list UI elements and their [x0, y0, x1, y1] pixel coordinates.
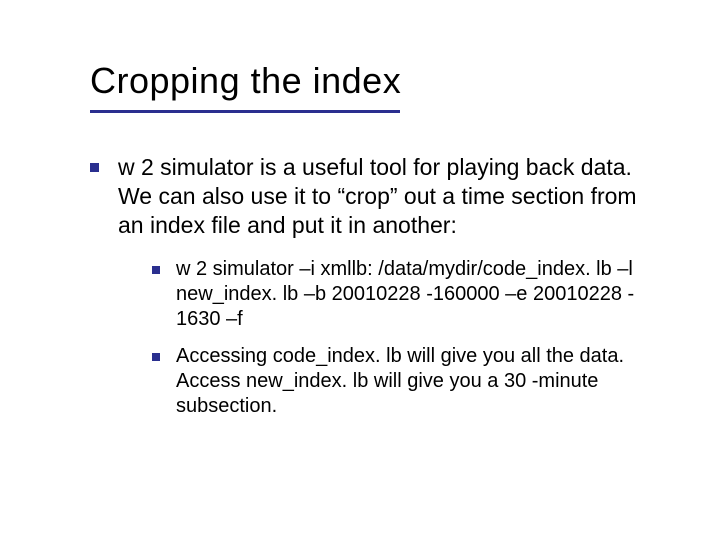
bullet-text: w 2 simulator –i xmllb: /data/mydir/code… — [176, 258, 634, 330]
bullet-list-level2: w 2 simulator –i xmllb: /data/mydir/code… — [152, 257, 660, 419]
bullet-text: Accessing code_index. lb will give you a… — [176, 345, 624, 417]
slide-title: Cropping the index — [90, 60, 660, 102]
bullet-text: w 2 simulator is a useful tool for playi… — [118, 154, 637, 238]
list-item: w 2 simulator –i xmllb: /data/mydir/code… — [152, 257, 660, 332]
list-item: w 2 simulator is a useful tool for playi… — [90, 153, 660, 419]
slide: Cropping the index w 2 simulator is a us… — [0, 0, 720, 540]
bullet-list-level1: w 2 simulator is a useful tool for playi… — [90, 153, 660, 419]
title-underline — [90, 110, 400, 113]
list-item: Accessing code_index. lb will give you a… — [152, 344, 660, 419]
